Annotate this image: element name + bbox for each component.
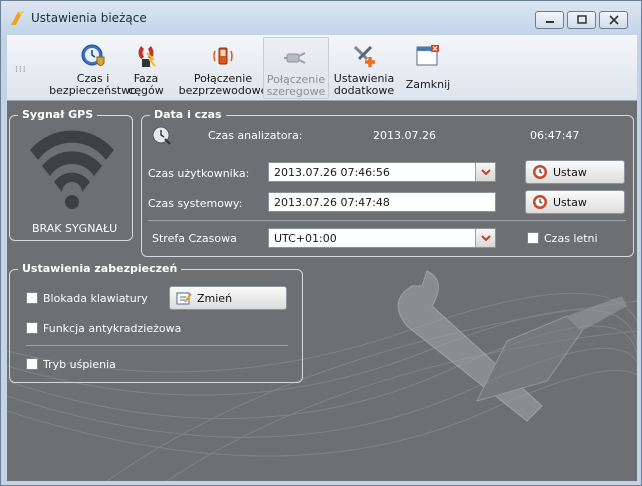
maximize-icon bbox=[576, 15, 587, 24]
user-time-combo[interactable]: 2013.07.26 07:46:56 bbox=[268, 162, 496, 182]
close-window-icon bbox=[416, 45, 439, 66]
gps-status: BRAK SYGNAŁU bbox=[32, 222, 118, 235]
minimize-icon bbox=[545, 21, 554, 23]
set-button-label: Ustaw bbox=[553, 165, 587, 179]
set-system-time-button[interactable]: Ustaw bbox=[525, 190, 625, 214]
toolbar-label: Połączenie szeregowe bbox=[266, 73, 326, 98]
chevron-down-icon bbox=[480, 235, 491, 241]
toolbar-label: Połączenie bezprzewodowe bbox=[178, 72, 268, 97]
window-title: Ustawienia bieżące bbox=[31, 11, 147, 25]
clock-set-icon bbox=[533, 195, 547, 209]
toolbar-label: Czas i bezpieczeństwo bbox=[49, 72, 137, 97]
timezone-label: Strefa Czasowa bbox=[152, 232, 237, 245]
minimize-button[interactable] bbox=[535, 11, 564, 29]
toolbar-label: Zamknij bbox=[405, 78, 451, 91]
system-time-field[interactable]: 2013.07.26 07:47:48 bbox=[268, 192, 496, 212]
set-user-time-button[interactable]: Ustaw bbox=[525, 160, 625, 184]
security-group-title: Ustawienia zabezpieczeń bbox=[18, 262, 182, 275]
additional-settings-button[interactable]: Ustawienia dodatkowe bbox=[331, 37, 397, 99]
toolbar-grip[interactable]: ⁞⁞⁞ bbox=[15, 65, 27, 75]
edit-form-icon bbox=[176, 292, 192, 305]
security-separator bbox=[26, 345, 288, 346]
clamp-phase-icon bbox=[138, 46, 156, 67]
wireless-phone-icon bbox=[213, 47, 233, 65]
settings-window: Ustawienia bieżące ⁞⁞⁞ Czas i bezpieczeń… bbox=[0, 0, 642, 486]
wireless-connection-button[interactable]: Połączenie bezprzewodowe bbox=[178, 37, 268, 99]
close-toolbar-button[interactable]: Zamknij bbox=[405, 37, 451, 99]
change-button[interactable]: Zmień bbox=[169, 286, 287, 310]
gps-group-title: Sygnał GPS bbox=[18, 108, 98, 121]
clock-shield-icon bbox=[81, 44, 105, 66]
maximize-button[interactable] bbox=[567, 11, 596, 29]
dst-checkbox[interactable] bbox=[527, 232, 539, 244]
time-security-button[interactable]: Czas i bezpieczeństwo bbox=[49, 37, 137, 99]
analyzer-time: 06:47:47 bbox=[530, 129, 580, 142]
system-time-label: Czas systemowy: bbox=[148, 197, 243, 210]
timezone-dropdown[interactable] bbox=[475, 229, 495, 247]
gps-signal-icon bbox=[30, 130, 114, 209]
clamp-phase-button[interactable]: Faza cęgów bbox=[125, 37, 167, 99]
timezone-value: UTC+01:00 bbox=[274, 232, 337, 245]
user-time-label: Czas użytkownika: bbox=[148, 167, 250, 180]
keyboard-lock-label: Blokada klawiatury bbox=[43, 292, 148, 305]
toolbar-label: Ustawienia dodatkowe bbox=[333, 72, 395, 97]
toolbar-label: Faza cęgów bbox=[128, 72, 164, 97]
anti-theft-label: Funkcja antykradzieżowa bbox=[43, 322, 182, 335]
system-time-value: 2013.07.26 07:47:48 bbox=[274, 196, 390, 209]
close-icon bbox=[608, 15, 619, 25]
user-time-value: 2013.07.26 07:46:56 bbox=[274, 166, 390, 179]
title-bar[interactable]: Ustawienia bieżące bbox=[1, 1, 641, 35]
security-group: Ustawienia zabezpieczeń Blokada klawiatu… bbox=[9, 262, 303, 383]
sleep-mode-checkbox[interactable] bbox=[26, 358, 38, 370]
serial-connection-button[interactable]: Połączenie szeregowe bbox=[263, 37, 329, 99]
analyzer-time-label: Czas analizatora: bbox=[208, 129, 303, 142]
main-panel: Sygnał GPS BRAK SYGNAŁU Data i czas Czas… bbox=[7, 101, 637, 481]
set-button-label: Ustaw bbox=[553, 195, 587, 209]
wrench-screwdriver-icon bbox=[397, 270, 627, 422]
user-time-dropdown[interactable] bbox=[475, 163, 495, 181]
keyboard-lock-checkbox[interactable] bbox=[26, 292, 38, 304]
serial-plug-icon bbox=[284, 52, 306, 64]
datetime-separator bbox=[148, 220, 626, 221]
app-logo-icon bbox=[11, 11, 25, 25]
chevron-down-icon bbox=[480, 169, 491, 175]
datetime-group: Data i czas Czas analizatora: 2013.07.26… bbox=[141, 108, 634, 257]
tools-plus-icon bbox=[353, 45, 375, 67]
gps-group: Sygnał GPS BRAK SYGNAŁU bbox=[9, 108, 133, 241]
toolbar: ⁞⁞⁞ Czas i bezpieczeństwo Faza cęgów Poł… bbox=[7, 35, 637, 101]
datetime-group-title: Data i czas bbox=[150, 108, 226, 121]
dst-label: Czas letni bbox=[544, 232, 598, 245]
analyzer-date: 2013.07.26 bbox=[373, 129, 436, 142]
sleep-mode-label: Tryb uśpienia bbox=[43, 358, 116, 371]
close-button[interactable] bbox=[599, 11, 628, 29]
clock-set-icon bbox=[533, 165, 547, 179]
analyzer-clock-icon bbox=[152, 126, 171, 145]
timezone-combo[interactable]: UTC+01:00 bbox=[268, 228, 496, 248]
change-button-label: Zmień bbox=[197, 291, 233, 305]
anti-theft-checkbox[interactable] bbox=[26, 322, 38, 334]
